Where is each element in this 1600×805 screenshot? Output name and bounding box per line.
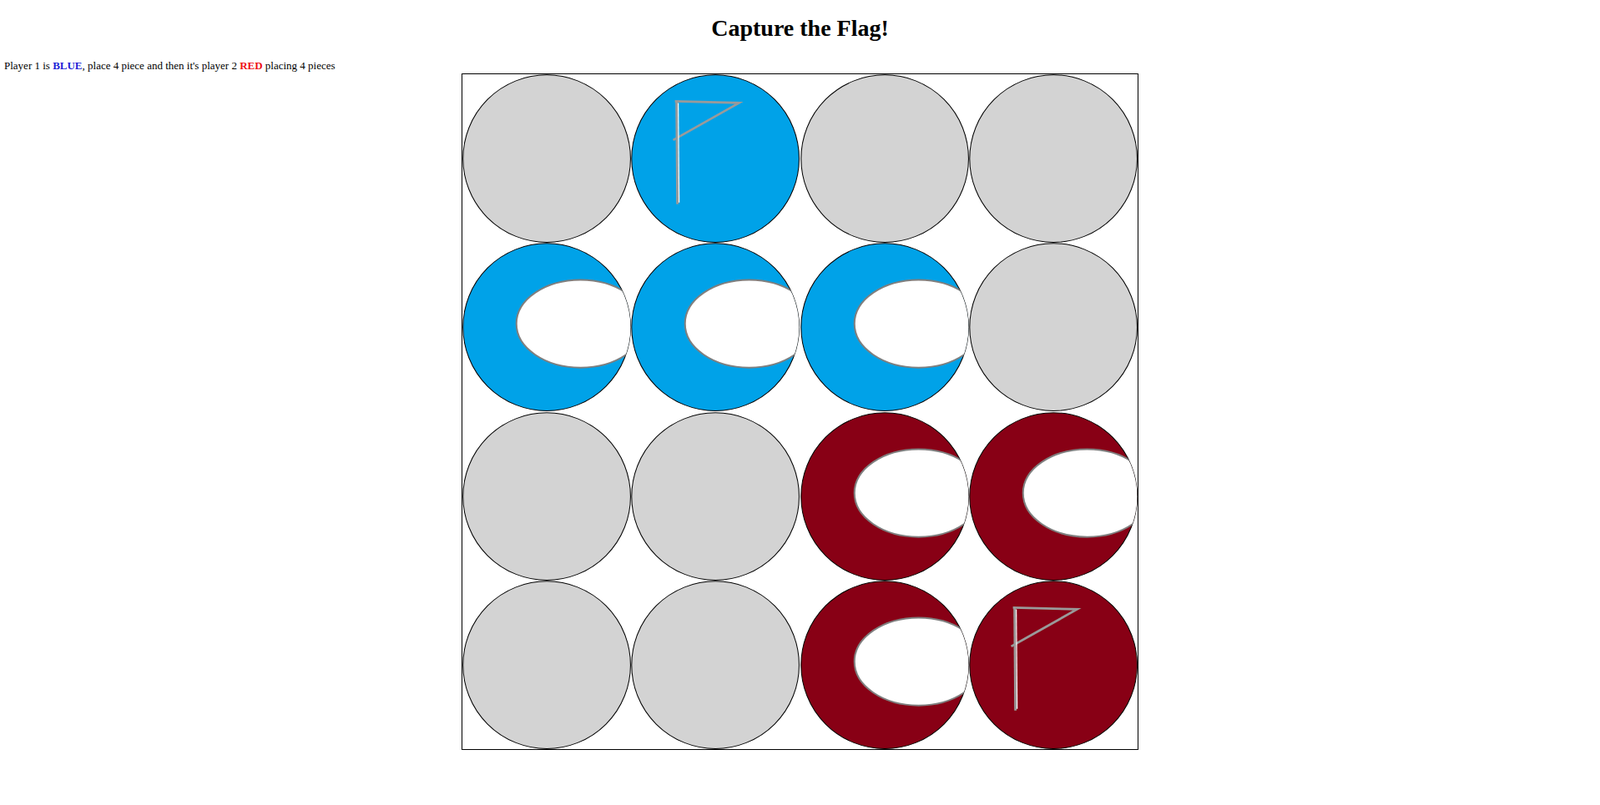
soldier-icon [1022,449,1138,537]
empty-cell[interactable] [630,580,800,750]
flag-cell[interactable] [630,74,800,243]
piece-cell[interactable] [800,580,970,750]
piece-cell[interactable] [969,412,1138,581]
empty-cell[interactable] [462,580,631,750]
instruction-part: , place 4 piece and then it's player 2 [82,59,241,72]
flag-icon [673,100,740,204]
game-board [461,73,1139,751]
flag-icon [1010,607,1077,711]
instruction-part: placing 4 pieces [262,59,336,72]
game-area: Player 1 is BLUE, place 4 piece and then… [0,59,1600,751]
empty-cell[interactable] [630,412,800,581]
piece-cell[interactable] [630,242,800,412]
instruction-part: RED [239,59,263,72]
empty-cell[interactable] [800,74,970,243]
page: Capture the Flag! Player 1 is BLUE, place… [0,0,1600,805]
piece-cell[interactable] [462,242,631,412]
soldier-icon [853,617,970,706]
soldier-icon [853,449,970,537]
flag-cell[interactable] [969,580,1138,750]
empty-cell[interactable] [462,412,631,581]
piece-cell[interactable] [800,412,970,581]
soldier-icon [853,280,970,369]
soldier-icon [685,280,801,369]
soldier-icon [516,280,632,369]
empty-cell[interactable] [462,74,631,243]
piece-cell[interactable] [800,242,970,412]
empty-cell[interactable] [969,74,1138,243]
page-title: Capture the Flag! [0,13,1600,44]
instruction-part: BLUE [52,59,82,72]
instructions: Player 1 is BLUE, place 4 piece and then… [0,59,462,73]
instruction-part: Player 1 is [4,59,53,72]
empty-cell[interactable] [969,242,1138,412]
